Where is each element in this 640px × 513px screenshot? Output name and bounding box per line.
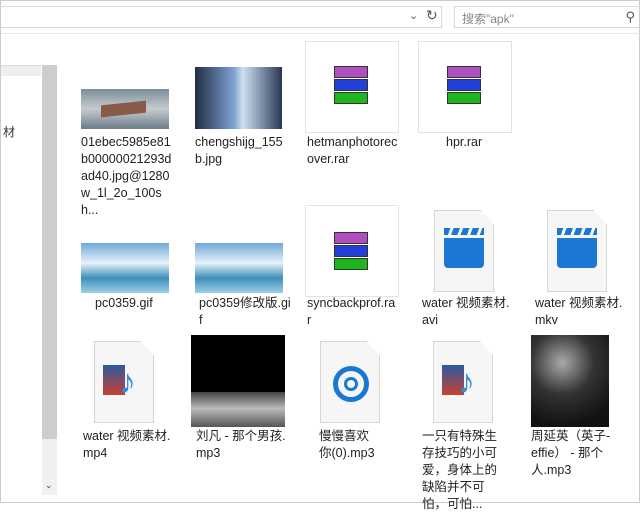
address-bar[interactable]: [1, 6, 442, 28]
file-name[interactable]: water 视频素材.avi: [422, 295, 514, 329]
file-name[interactable]: water 视频素材.mp4: [83, 428, 175, 462]
search-input[interactable]: 搜索"apk" ⚲: [454, 6, 640, 28]
groove-music-file-icon[interactable]: [320, 341, 380, 423]
scrollbar[interactable]: ⌄: [42, 65, 57, 495]
divider: [1, 33, 640, 34]
winrar-icon: [334, 66, 368, 104]
search-icon[interactable]: ⚲: [625, 9, 635, 25]
winrar-icon: [447, 66, 481, 104]
file-name[interactable]: hetmanphotorecover.rar: [307, 134, 399, 168]
file-name[interactable]: 01ebec5985e81b00000021293dad40.jpg@1280w…: [81, 134, 173, 219]
file-name[interactable]: hpr.rar: [446, 134, 538, 151]
media-file-icon[interactable]: ♪: [94, 341, 154, 423]
scroll-down-icon[interactable]: ⌄: [45, 480, 53, 491]
media-file-icon[interactable]: ♪: [433, 341, 493, 423]
album-art-thumbnail[interactable]: [191, 335, 285, 427]
nav-selected-item[interactable]: [1, 66, 41, 76]
file-name[interactable]: pc0359修改版.gif: [199, 295, 291, 329]
file-thumbnail[interactable]: [195, 243, 283, 293]
file-thumbnail[interactable]: [305, 41, 399, 133]
nav-item-label[interactable]: 材: [3, 123, 15, 140]
file-thumbnail[interactable]: [81, 243, 169, 293]
file-name[interactable]: syncbackprof.rar: [307, 295, 399, 329]
winrar-icon: [334, 232, 368, 270]
search-placeholder: 搜索"apk": [462, 12, 514, 26]
file-name[interactable]: 刘凡 - 那个男孩.mp3: [196, 428, 288, 462]
video-file-icon[interactable]: [547, 210, 607, 292]
file-name[interactable]: 一只有特殊生存技巧的小可爱，身体上的缺陷并不可怕，可怕...: [422, 428, 504, 513]
chevron-down-icon[interactable]: ⌄: [409, 9, 418, 22]
file-name[interactable]: water 视频素材.mkv: [535, 295, 627, 329]
file-name[interactable]: chengshijg_155b.jpg: [195, 134, 287, 168]
file-thumbnail[interactable]: [195, 67, 282, 129]
file-thumbnail[interactable]: [81, 89, 169, 129]
album-art-thumbnail[interactable]: [531, 335, 609, 427]
file-name[interactable]: pc0359.gif: [95, 295, 187, 312]
scrollbar-thumb[interactable]: [42, 65, 57, 439]
file-thumbnail[interactable]: [418, 41, 512, 133]
video-file-icon[interactable]: [434, 210, 494, 292]
refresh-icon[interactable]: ↻: [426, 7, 438, 24]
file-thumbnail[interactable]: [305, 205, 399, 297]
file-name[interactable]: 周延英（英子-effie） - 那个人.mp3: [531, 428, 611, 479]
file-name[interactable]: 慢慢喜欢你(0).mp3: [319, 428, 381, 462]
